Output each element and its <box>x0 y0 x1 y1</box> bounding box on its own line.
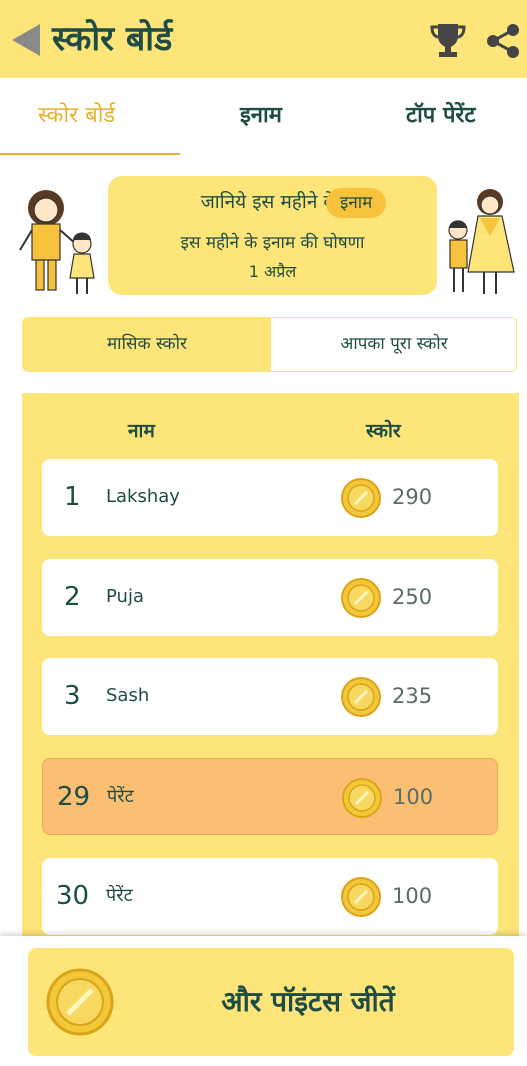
trophy-icon[interactable] <box>428 20 468 60</box>
coin-icon <box>341 478 381 518</box>
bottom-action-bar: और पॉइंटस जीतें <box>0 936 527 1066</box>
column-header-score: स्कोर <box>366 420 401 442</box>
banner-date: 1 अप्रैल <box>248 262 297 281</box>
coin-icon <box>341 877 381 917</box>
leaderboard-row[interactable]: 2 Puja 250 <box>42 559 498 636</box>
tab-bar: स्कोर बोर्ड इनाम टॉप पेरेंट <box>0 78 527 156</box>
row-rank: 1 <box>64 482 81 512</box>
coin-icon <box>46 968 114 1036</box>
banner-headline: जानिये इस महीने के <box>200 191 338 213</box>
row-rank: 29 <box>57 782 91 812</box>
row-name: पेरेंट <box>107 786 134 807</box>
page-title: स्कोर बोर्ड <box>52 19 173 59</box>
coin-icon <box>341 677 381 717</box>
monthly-score-button[interactable]: मासिक स्कोर <box>23 318 271 371</box>
row-name: Lakshay <box>106 486 180 507</box>
row-name: Sash <box>106 685 150 706</box>
row-score: 250 <box>392 585 433 609</box>
row-score: 100 <box>393 785 434 809</box>
leaderboard-row[interactable]: 30 पेरेंट 100 <box>42 858 498 935</box>
back-arrow-icon[interactable] <box>8 22 44 58</box>
row-score: 290 <box>392 485 433 509</box>
coin-icon <box>342 778 382 818</box>
leaderboard-row[interactable]: 3 Sash 235 <box>42 658 498 735</box>
leaderboard-row-current-user[interactable]: 29 पेरेंट 100 <box>42 758 498 835</box>
rewards-banner: जानिये इस महीने के इनाम इस महीने के इनाम… <box>108 176 437 295</box>
row-rank: 3 <box>64 681 81 711</box>
app-header: स्कोर बोर्ड <box>0 0 527 78</box>
row-score: 100 <box>392 884 433 908</box>
total-score-button[interactable]: आपका पूरा स्कोर <box>271 318 516 371</box>
parent-child-illustration-right <box>448 189 515 294</box>
earn-more-points-label: और पॉइंटस जीतें <box>221 985 395 1018</box>
tab-rewards[interactable]: इनाम <box>240 100 282 132</box>
earn-more-points-button[interactable]: और पॉइंटस जीतें <box>28 948 514 1056</box>
row-rank: 2 <box>64 582 81 612</box>
coin-icon <box>341 578 381 618</box>
row-rank: 30 <box>56 881 90 911</box>
row-name: Puja <box>106 586 144 607</box>
share-icon[interactable] <box>484 22 522 60</box>
leaderboard-row[interactable]: 1 Lakshay 290 <box>42 459 498 536</box>
tab-top-parent[interactable]: टॉप पेरेंट <box>406 100 476 132</box>
column-header-name: नाम <box>128 420 155 442</box>
rewards-pill[interactable]: इनाम <box>326 188 387 218</box>
banner-announcement: इस महीने के इनाम की घोषणा <box>180 233 365 253</box>
active-tab-indicator <box>0 153 180 155</box>
tab-scoreboard[interactable]: स्कोर बोर्ड <box>38 100 115 132</box>
row-name: पेरेंट <box>106 885 133 906</box>
row-score: 235 <box>392 684 433 708</box>
score-period-toggle: मासिक स्कोर आपका पूरा स्कोर <box>22 317 517 372</box>
